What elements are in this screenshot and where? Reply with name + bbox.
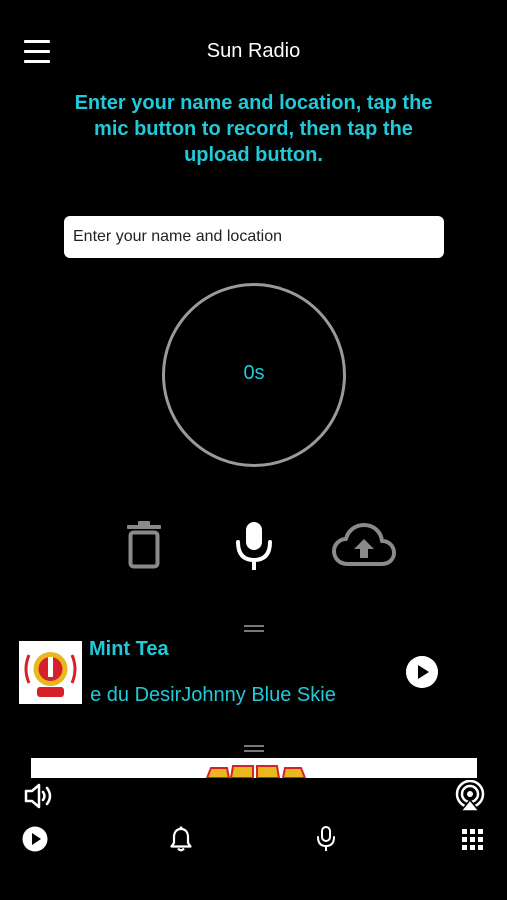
speaker-icon[interactable]	[24, 782, 54, 810]
drawer-handle-secondary[interactable]	[244, 745, 264, 752]
now-playing-title: Mint Tea	[89, 638, 169, 660]
microphone-icon[interactable]	[233, 520, 275, 572]
recording-timer-text: 0s	[243, 362, 265, 384]
grid-icon[interactable]	[462, 829, 483, 850]
cloud-upload-icon[interactable]	[332, 522, 396, 568]
bell-icon[interactable]	[170, 826, 192, 852]
instructions-text: Enter your name and location, tap the mi…	[74, 92, 433, 166]
tab-microphone-icon[interactable]	[316, 826, 336, 852]
play-circle-icon[interactable]	[22, 826, 48, 852]
sun-radio-logo	[19, 641, 82, 704]
airplay-icon[interactable]	[454, 780, 486, 812]
page-title: Sun Radio	[206, 40, 301, 62]
artwork-banner	[31, 758, 477, 778]
drawer-handle[interactable]	[244, 625, 264, 632]
trash-icon[interactable]	[124, 520, 164, 570]
now-playing-ticker: ge du DesirJohnny Blue Skie	[89, 684, 351, 707]
play-icon[interactable]	[406, 656, 438, 688]
ticker-text: ge du DesirJohnny Blue Skie	[89, 684, 336, 706]
name-location-input[interactable]	[64, 216, 444, 258]
